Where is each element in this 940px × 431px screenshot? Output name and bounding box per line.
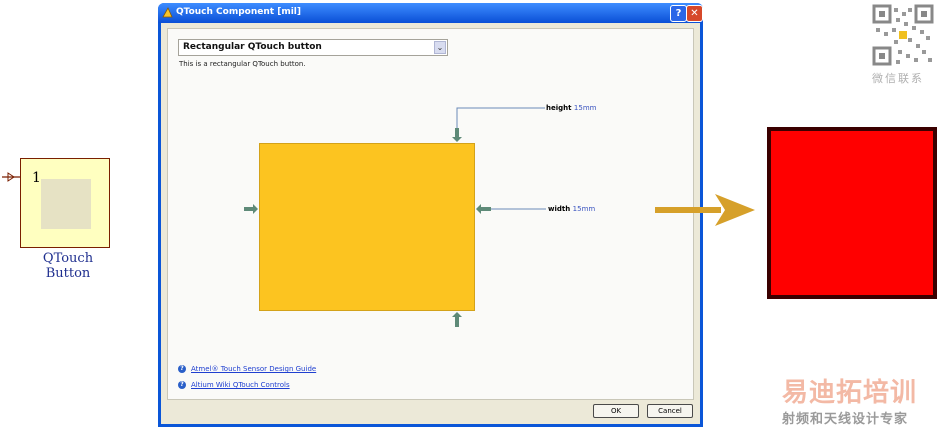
help-circle-icon: ? — [178, 365, 186, 373]
app-icon — [162, 7, 173, 18]
right-arrow-icon — [655, 194, 755, 226]
symbol-label: QTouch Button — [42, 251, 94, 281]
qtouch-component-dialog: QTouch Component [mil] ? ✕ Rectangular Q… — [158, 3, 703, 427]
close-button[interactable]: ✕ — [686, 5, 703, 22]
link-text[interactable]: Atmel® Touch Sensor Design Guide — [191, 365, 316, 373]
qr-code-icon — [872, 4, 934, 66]
pin-number: 1 — [32, 170, 41, 186]
width-dimension: width 15mm — [548, 205, 595, 213]
title-bar[interactable]: QTouch Component [mil] ? ✕ — [158, 3, 703, 23]
brand-watermark: 易迪拓培训 — [782, 378, 918, 408]
button-preview-shape — [259, 143, 475, 311]
width-label: width — [548, 205, 571, 213]
pin-arrow-icon — [2, 172, 20, 182]
left-arrow-icon — [244, 204, 258, 214]
top-arrow-icon — [452, 128, 462, 142]
content-panel: Rectangular QTouch button ⌄ This is a re… — [167, 28, 694, 400]
height-label: height — [546, 104, 572, 112]
link-text[interactable]: Altium Wiki QTouch Controls — [191, 381, 290, 389]
bottom-arrow-icon — [452, 312, 462, 327]
ok-button[interactable]: OK — [593, 404, 639, 418]
help-button[interactable]: ? — [670, 5, 687, 22]
help-circle-icon: ? — [178, 381, 186, 389]
brand-subtitle: 射频和天线设计专家 — [782, 412, 909, 427]
wechat-contact-label: 微信联系 — [872, 72, 924, 85]
height-value[interactable]: 15mm — [574, 104, 597, 112]
height-dimension: height 15mm — [546, 104, 596, 112]
width-value[interactable]: 15mm — [573, 205, 596, 213]
right-arrow-icon — [476, 204, 491, 214]
dialog-title: QTouch Component [mil] — [176, 7, 301, 17]
cancel-button[interactable]: Cancel — [647, 404, 693, 418]
result-red-pad — [767, 127, 937, 299]
dialog-client-area: Rectangular QTouch button ⌄ This is a re… — [161, 23, 700, 424]
qtouch-symbol-pad — [41, 179, 91, 229]
